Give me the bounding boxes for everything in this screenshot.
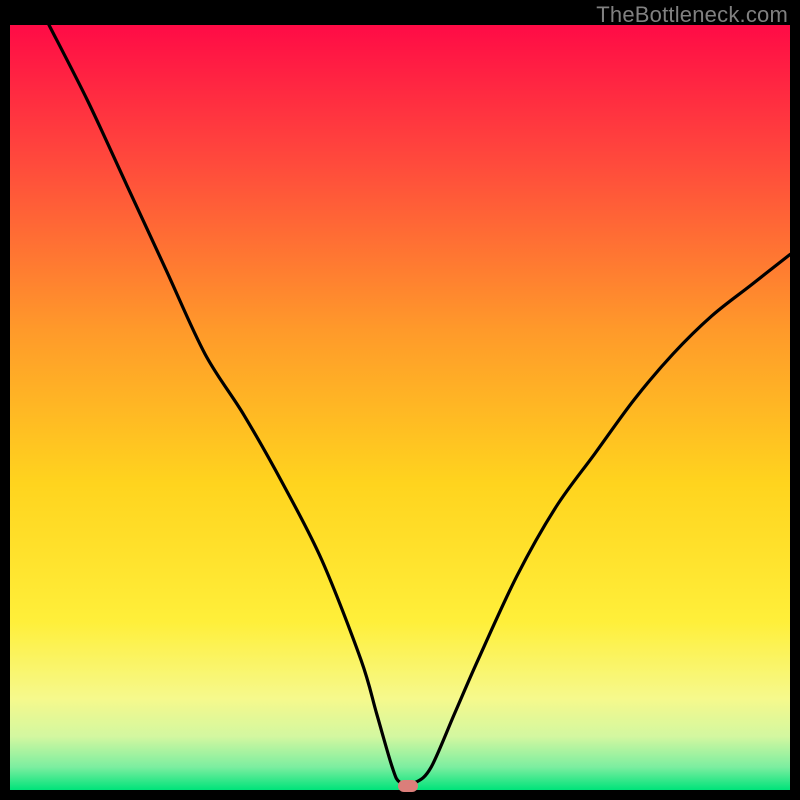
bottleneck-chart [10,25,790,790]
gradient-background [10,25,790,790]
optimal-point-marker [398,780,418,792]
chart-frame [10,25,790,790]
